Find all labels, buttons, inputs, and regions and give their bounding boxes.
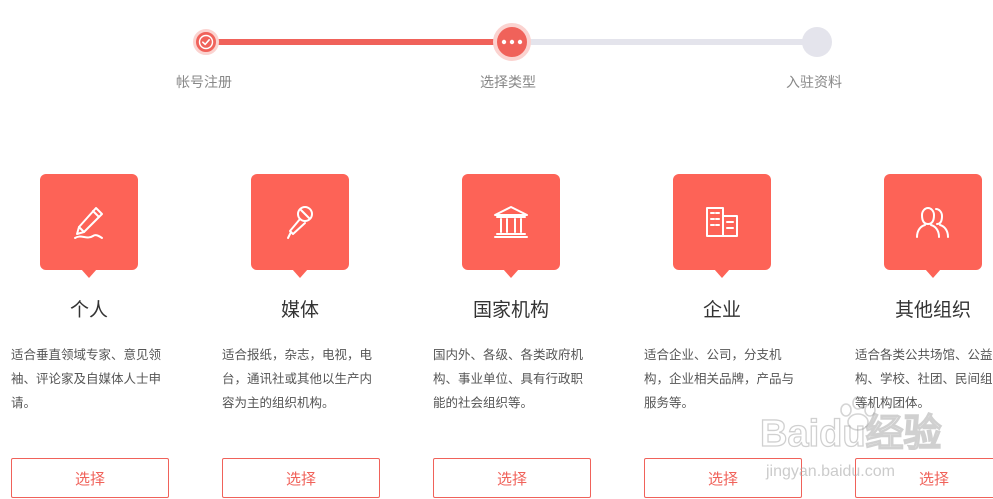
card-icon-box	[673, 174, 771, 278]
card-icon-box	[462, 174, 560, 278]
stepper-track-pending	[512, 39, 816, 45]
card-description: 国内外、各级、各类政府机构、事业单位、具有行政职能的社会组织等。	[433, 347, 584, 410]
card-title: 其他组织	[894, 299, 971, 321]
card-icon-box	[251, 174, 349, 278]
account-type-card-personal: 个人 适合垂直领域专家、意见领袖、评论家及自媒体人士申请。 选择	[11, 174, 181, 499]
select-button[interactable]: 选择	[433, 458, 591, 498]
card-title: 国家机构	[472, 299, 549, 321]
select-button[interactable]: 选择	[855, 458, 993, 498]
step-1-indicator	[193, 29, 219, 55]
select-button[interactable]: 选择	[11, 458, 169, 498]
card-description: 适合报纸，杂志，电视，电台，通讯社或其他以生产内容为主的组织机构。	[222, 347, 373, 410]
people-icon	[916, 207, 949, 238]
stepper-track-completed	[206, 39, 512, 45]
card-title: 个人	[69, 299, 108, 321]
office-building-icon	[706, 207, 738, 237]
account-type-card-media: 媒体 适合报纸，杂志，电视，电台，通讯社或其他以生产内容为主的组织机构。 选择	[222, 174, 392, 499]
government-building-icon	[494, 206, 528, 238]
step-3-indicator	[802, 27, 832, 57]
card-description: 适合各类公共场馆、公益机构、学校、社团、民间组织等机构团体。	[855, 347, 993, 410]
card-description: 适合企业、公司，分支机构，企业相关品牌，产品与服务等。	[644, 347, 795, 410]
account-type-card-government: 国家机构 国内外、各级、各类政府机构、事业单位、具有行政职能的社会组织等。 选择	[433, 174, 603, 499]
check-icon	[198, 34, 214, 50]
card-title: 企业	[702, 299, 741, 321]
select-button[interactable]: 选择	[644, 458, 802, 498]
step-2-indicator	[493, 23, 531, 61]
account-type-card-enterprise: 企业 适合企业、公司，分支机构，企业相关品牌，产品与服务等。 选择	[644, 174, 814, 499]
step-2-label: 选择类型	[480, 75, 536, 91]
select-button[interactable]: 选择	[222, 458, 380, 498]
card-icon-box	[40, 174, 138, 278]
account-type-card-other-organization: 其他组织 适合各类公共场馆、公益机构、学校、社团、民间组织等机构团体。 选择	[855, 174, 993, 499]
card-icon-box	[884, 174, 982, 278]
card-title: 媒体	[280, 299, 319, 321]
step-1-label: 帐号注册	[176, 75, 232, 91]
progress-stepper: 帐号注册 选择类型 入驻资料	[0, 0, 993, 110]
microphone-icon	[287, 206, 313, 239]
step-3-label: 入驻资料	[786, 75, 842, 91]
more-dots-icon	[501, 39, 523, 45]
pen-icon	[74, 207, 103, 239]
card-description: 适合垂直领域专家、意见领袖、评论家及自媒体人士申请。	[11, 347, 162, 410]
